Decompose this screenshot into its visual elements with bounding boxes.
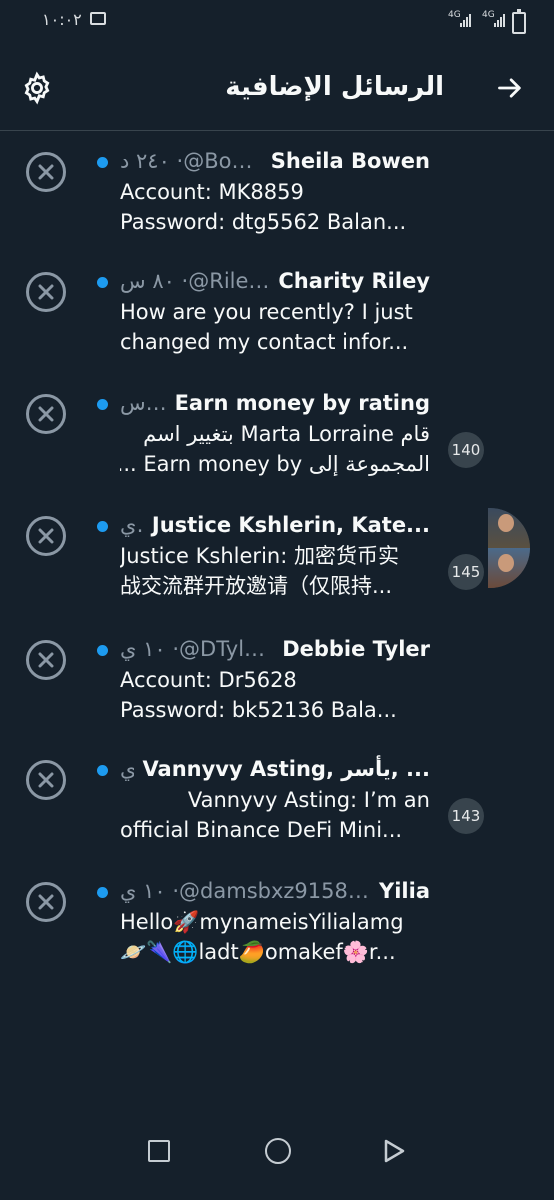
message-preview-line2: 🪐🌂🌐ladt🥭omakef🌸r... xyxy=(120,940,396,964)
close-icon xyxy=(38,772,54,788)
home-button[interactable] xyxy=(265,1138,291,1164)
conversation-name: Vannyvy Asting, يأسر, ... xyxy=(142,757,430,781)
conversation-row[interactable]: ٨٠ س ·@Riley... Charity Riley How are yo… xyxy=(0,262,554,382)
message-preview-line2: changed my contact infor... xyxy=(120,330,409,354)
header: الرسائل الإضافية xyxy=(0,44,554,131)
dismiss-button[interactable] xyxy=(26,760,66,800)
conversation-meta: ١٠ ي ·@damsbxz91588... xyxy=(120,879,372,903)
group-avatar xyxy=(488,508,530,588)
conversation-meta: ١٤٠ س · xyxy=(120,391,167,415)
message-preview-line1: Account: Dr5628 xyxy=(120,668,297,692)
message-preview-line1: Justice Kshlerin: 加密货币实 xyxy=(120,544,399,568)
dismiss-button[interactable] xyxy=(26,516,66,556)
message-count-badge: 145 xyxy=(448,554,484,590)
network-type-1: 4G xyxy=(448,10,461,20)
close-icon xyxy=(38,406,54,422)
message-preview-line2: Password: dtg5562 Balan... xyxy=(120,210,407,234)
message-preview-line1: How are you recently? I just xyxy=(120,300,413,324)
signal-icon-2 xyxy=(494,14,505,27)
dismiss-button[interactable] xyxy=(26,882,66,922)
close-icon xyxy=(38,284,54,300)
conversation-meta: ٨٠ س ·@Riley... xyxy=(120,269,271,293)
conversation-meta: ١٠ ي · xyxy=(120,513,144,537)
page-title: الرسائل الإضافية xyxy=(225,72,444,102)
conversation-row[interactable]: ١٤٠ س · Earn money by rating قام Marta L… xyxy=(0,384,554,504)
conversation-meta: ١٠ ي · xyxy=(120,757,134,781)
conversation-row[interactable]: ١٠ ي ·@DTyler... Debbie Tyler Account: D… xyxy=(0,630,554,750)
conversation-row[interactable]: ١٠ ي · Vannyvy Asting, يأسر, ... Vannyvy… xyxy=(0,750,554,870)
conversation-name: Yilia xyxy=(379,879,430,903)
message-preview-line2: 战交流群开放邀请（仅限持... xyxy=(120,574,393,598)
conversation-name: Earn money by rating xyxy=(174,391,430,415)
back-button[interactable] xyxy=(383,1138,407,1164)
system-navigation-bar xyxy=(0,1120,554,1200)
dismiss-button[interactable] xyxy=(26,394,66,434)
gear-icon[interactable] xyxy=(20,71,54,105)
message-preview-line1: قام Marta Lorraine بتغيير اسم xyxy=(143,422,430,446)
unread-dot xyxy=(97,399,108,410)
network-type-2: 4G xyxy=(482,10,495,20)
conversation-meta: ١٠ ي ·@DTyler... xyxy=(120,637,275,661)
avatar xyxy=(488,508,530,548)
unread-dot xyxy=(97,277,108,288)
conversation-row[interactable]: ١٠ ي ·@damsbxz91588... Yilia Hello🚀mynam… xyxy=(0,872,554,992)
message-preview-line1: Vannyvy Asting: I’m an xyxy=(187,788,430,812)
message-preview-line2: official Binance DeFi Mini... xyxy=(120,818,403,842)
status-bar: ١٠:٠٢ 4G 4G xyxy=(0,0,554,44)
close-icon xyxy=(38,894,54,910)
message-preview-line2: المجموعة إلى Earn money by ... xyxy=(120,452,430,476)
arrow-right-icon[interactable] xyxy=(496,74,524,102)
recents-button[interactable] xyxy=(148,1140,170,1162)
avatar xyxy=(488,548,530,588)
message-preview-line1: Hello🚀mynameisYilialamg xyxy=(120,910,404,934)
notification-icon xyxy=(90,12,106,25)
dismiss-button[interactable] xyxy=(26,272,66,312)
conversation-name: Debbie Tyler xyxy=(282,637,430,661)
battery-icon xyxy=(512,9,526,34)
message-count-badge: 143 xyxy=(448,798,484,834)
conversation-name: Charity Riley xyxy=(278,269,430,293)
dismiss-button[interactable] xyxy=(26,152,66,192)
conversation-meta: ٢٤٠ د ·@Bowe... xyxy=(120,149,263,173)
dismiss-button[interactable] xyxy=(26,640,66,680)
conversation-row[interactable]: ٢٤٠ د ·@Bowe... Sheila Bowen Account: MK… xyxy=(0,142,554,262)
conversation-name: Justice Kshlerin, Kate... xyxy=(151,513,430,537)
unread-dot xyxy=(97,887,108,898)
conversation-name: Sheila Bowen xyxy=(270,149,430,173)
close-icon xyxy=(38,528,54,544)
unread-dot xyxy=(97,157,108,168)
message-count-badge: 140 xyxy=(448,432,484,468)
signal-icon xyxy=(460,14,471,27)
status-time: ١٠:٠٢ xyxy=(42,10,82,29)
conversation-row[interactable]: ١٠ ي · Justice Kshlerin, Kate... Justice… xyxy=(0,506,554,626)
message-preview-line1: Account: MK8859 xyxy=(120,180,304,204)
close-icon xyxy=(38,652,54,668)
close-icon xyxy=(38,164,54,180)
unread-dot xyxy=(97,765,108,776)
unread-dot xyxy=(97,645,108,656)
message-preview-line2: Password: bk52136 Bala... xyxy=(120,698,397,722)
unread-dot xyxy=(97,521,108,532)
